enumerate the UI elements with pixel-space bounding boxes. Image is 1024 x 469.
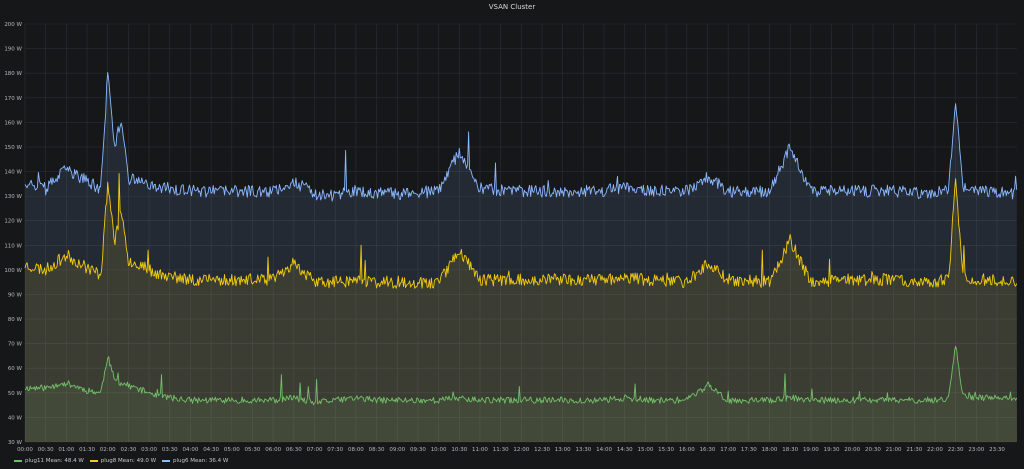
x-tick-label: 03:30: [162, 447, 178, 453]
legend-item-plug11[interactable]: plug11 Mean: 48.4 W: [14, 458, 84, 464]
x-tick-label: 20:00: [844, 447, 860, 453]
x-tick-label: 15:00: [638, 447, 654, 453]
x-tick-label: 03:00: [141, 447, 157, 453]
area-plug6: [25, 72, 1017, 442]
x-tick-label: 09:30: [410, 447, 426, 453]
legend-swatch-plug11: [14, 460, 22, 462]
legend-swatch-plug6: [162, 460, 171, 462]
x-tick-label: 08:30: [369, 447, 385, 453]
x-tick-label: 16:00: [679, 447, 695, 453]
x-tick-label: 04:00: [183, 447, 199, 453]
x-tick-label: 17:30: [741, 447, 757, 453]
x-tick-label: 00:00: [17, 447, 33, 453]
x-tick-label: 09:00: [389, 447, 405, 453]
y-tick-label: 180 W: [4, 71, 22, 77]
x-tick-label: 05:30: [245, 447, 261, 453]
legend-item-plug6[interactable]: plug6 Mean: 36.4 W: [162, 458, 228, 464]
chart-panel: VSAN Cluster 30 W 40 W 50 W 60 W 70 W 80 W 90 …: [0, 0, 1024, 469]
legend-label-plug8: plug8 Mean: 49.0 W: [100, 458, 157, 464]
x-tick-label: 19:00: [803, 447, 819, 453]
x-tick-label: 23:30: [989, 447, 1005, 453]
x-tick-label: 21:00: [886, 447, 902, 453]
y-tick-label: 140 W: [4, 170, 22, 176]
x-tick-label: 22:30: [948, 447, 964, 453]
x-tick-label: 13:30: [575, 447, 591, 453]
x-tick-label: 07:30: [327, 447, 343, 453]
x-tick-label: 22:00: [927, 447, 943, 453]
y-tick-label: 120 W: [4, 219, 22, 225]
x-tick-label: 02:00: [100, 447, 116, 453]
x-tick-label: 00:30: [38, 447, 54, 453]
y-tick-label: 80 W: [8, 317, 23, 323]
y-tick-label: 130 W: [4, 194, 22, 200]
y-tick-label: 40 W: [8, 415, 23, 421]
line-plug6[interactable]: [24, 72, 1018, 202]
x-tick-label: 11:00: [472, 447, 488, 453]
y-tick-label: 90 W: [8, 292, 23, 298]
x-tick-label: 01:30: [79, 447, 95, 453]
x-tick-label: 13:00: [555, 447, 571, 453]
x-tick-label: 08:00: [348, 447, 364, 453]
x-tick-label: 18:30: [782, 447, 798, 453]
x-tick-label: 17:00: [720, 447, 736, 453]
line-chart[interactable]: 30 W 40 W 50 W 60 W 70 W 80 W 90 W 100 W 110 W 12…: [0, 0, 1024, 469]
x-tick-label: 18:00: [762, 447, 778, 453]
x-axis: 00:00 00:30 01:00 01:30 02:00 02:30 03:00 03:30…: [17, 447, 1005, 453]
legend-label-plug11: plug11 Mean: 48.4 W: [25, 458, 84, 464]
y-tick-label: 70 W: [8, 342, 23, 348]
x-tick-label: 06:30: [286, 447, 302, 453]
x-tick-label: 10:30: [451, 447, 467, 453]
x-tick-label: 06:00: [265, 447, 281, 453]
legend-label-plug6: plug6 Mean: 36.4 W: [173, 458, 229, 464]
x-tick-label: 01:00: [58, 447, 74, 453]
x-tick-label: 07:00: [307, 447, 323, 453]
x-tick-label: 11:30: [493, 447, 509, 453]
x-tick-label: 21:30: [906, 447, 922, 453]
y-tick-label: 110 W: [4, 243, 22, 249]
x-tick-label: 04:30: [203, 447, 219, 453]
series-areas: [25, 72, 1017, 442]
y-tick-label: 30 W: [8, 440, 23, 446]
legend-item-plug8[interactable]: plug8 Mean: 49.0 W: [89, 458, 157, 464]
y-tick-label: 150 W: [4, 145, 22, 151]
x-tick-label: 12:00: [513, 447, 529, 453]
x-tick-label: 14:00: [596, 447, 612, 453]
legend-swatch-plug8: [89, 460, 98, 462]
x-tick-label: 14:30: [617, 447, 633, 453]
legend: plug11 Mean: 48.4 W plug8 Mean: 49.0 W p…: [14, 456, 228, 466]
y-tick-label: 170 W: [4, 96, 22, 102]
x-tick-label: 02:30: [120, 447, 136, 453]
y-tick-label: 200 W: [4, 22, 22, 28]
y-tick-label: 100 W: [4, 268, 22, 274]
y-tick-label: 50 W: [8, 391, 23, 397]
x-tick-label: 20:30: [865, 447, 881, 453]
x-tick-label: 15:30: [658, 447, 674, 453]
y-tick-label: 190 W: [4, 47, 22, 53]
x-tick-label: 23:00: [968, 447, 984, 453]
x-tick-label: 19:30: [824, 447, 840, 453]
y-tick-label: 60 W: [8, 366, 23, 372]
x-tick-label: 12:30: [534, 447, 550, 453]
y-tick-label: 160 W: [4, 120, 22, 126]
x-tick-label: 10:00: [431, 447, 447, 453]
x-tick-label: 16:30: [700, 447, 716, 453]
x-tick-label: 05:00: [224, 447, 240, 453]
y-axis: 30 W 40 W 50 W 60 W 70 W 80 W 90 W 100 W 110 W 12…: [4, 22, 22, 446]
